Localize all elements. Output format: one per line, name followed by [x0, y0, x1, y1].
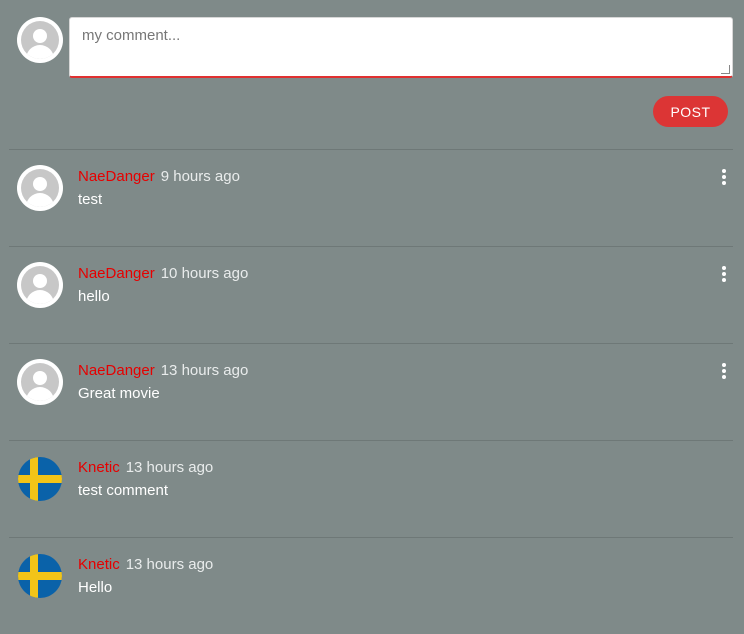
comment-item: Knetic 13 hours ago Hello	[0, 537, 744, 634]
user-avatar[interactable]	[17, 359, 63, 405]
comment-text: Hello	[78, 579, 113, 596]
comment-item: NaeDanger 13 hours ago Great movie	[0, 343, 744, 440]
comment-meta: Knetic 13 hours ago	[78, 555, 213, 573]
comment-text: Great movie	[78, 385, 160, 402]
comment-author[interactable]: NaeDanger	[78, 362, 155, 379]
comment-input-container	[69, 17, 733, 78]
comment-author[interactable]: NaeDanger	[78, 168, 155, 185]
comment-item: NaeDanger 9 hours ago test	[0, 149, 744, 246]
comment-item: NaeDanger 10 hours ago hello	[0, 246, 744, 343]
comment-timestamp: 9 hours ago	[160, 168, 240, 185]
resize-handle-icon[interactable]	[721, 65, 730, 74]
user-avatar[interactable]	[17, 165, 63, 211]
comment-text: test comment	[78, 482, 169, 499]
comment-text: test	[78, 191, 103, 208]
comment-author[interactable]: Knetic	[78, 556, 120, 573]
post-button[interactable]: POST	[653, 96, 728, 127]
comment-composer: POST	[0, 0, 744, 150]
comment-author[interactable]: Knetic	[78, 459, 120, 476]
comment-meta: NaeDanger 9 hours ago	[78, 167, 240, 185]
more-options-icon[interactable]	[718, 168, 730, 186]
comment-timestamp: 13 hours ago	[160, 362, 249, 379]
comment-text: hello	[78, 288, 110, 305]
comment-meta: NaeDanger 10 hours ago	[78, 264, 248, 282]
more-options-icon[interactable]	[718, 362, 730, 380]
comment-timestamp: 10 hours ago	[160, 265, 249, 282]
comment-meta: Knetic 13 hours ago	[78, 458, 213, 476]
current-user-avatar	[17, 17, 63, 63]
comment-timestamp: 13 hours ago	[125, 556, 214, 573]
sweden-flag-icon[interactable]	[18, 554, 62, 598]
comment-author[interactable]: NaeDanger	[78, 265, 155, 282]
sweden-flag-icon[interactable]	[18, 457, 62, 501]
comment-meta: NaeDanger 13 hours ago	[78, 361, 248, 379]
comment-item: Knetic 13 hours ago test comment	[0, 440, 744, 537]
comment-timestamp: 13 hours ago	[125, 459, 214, 476]
user-avatar[interactable]	[17, 262, 63, 308]
comment-input[interactable]	[70, 18, 732, 76]
more-options-icon[interactable]	[718, 265, 730, 283]
